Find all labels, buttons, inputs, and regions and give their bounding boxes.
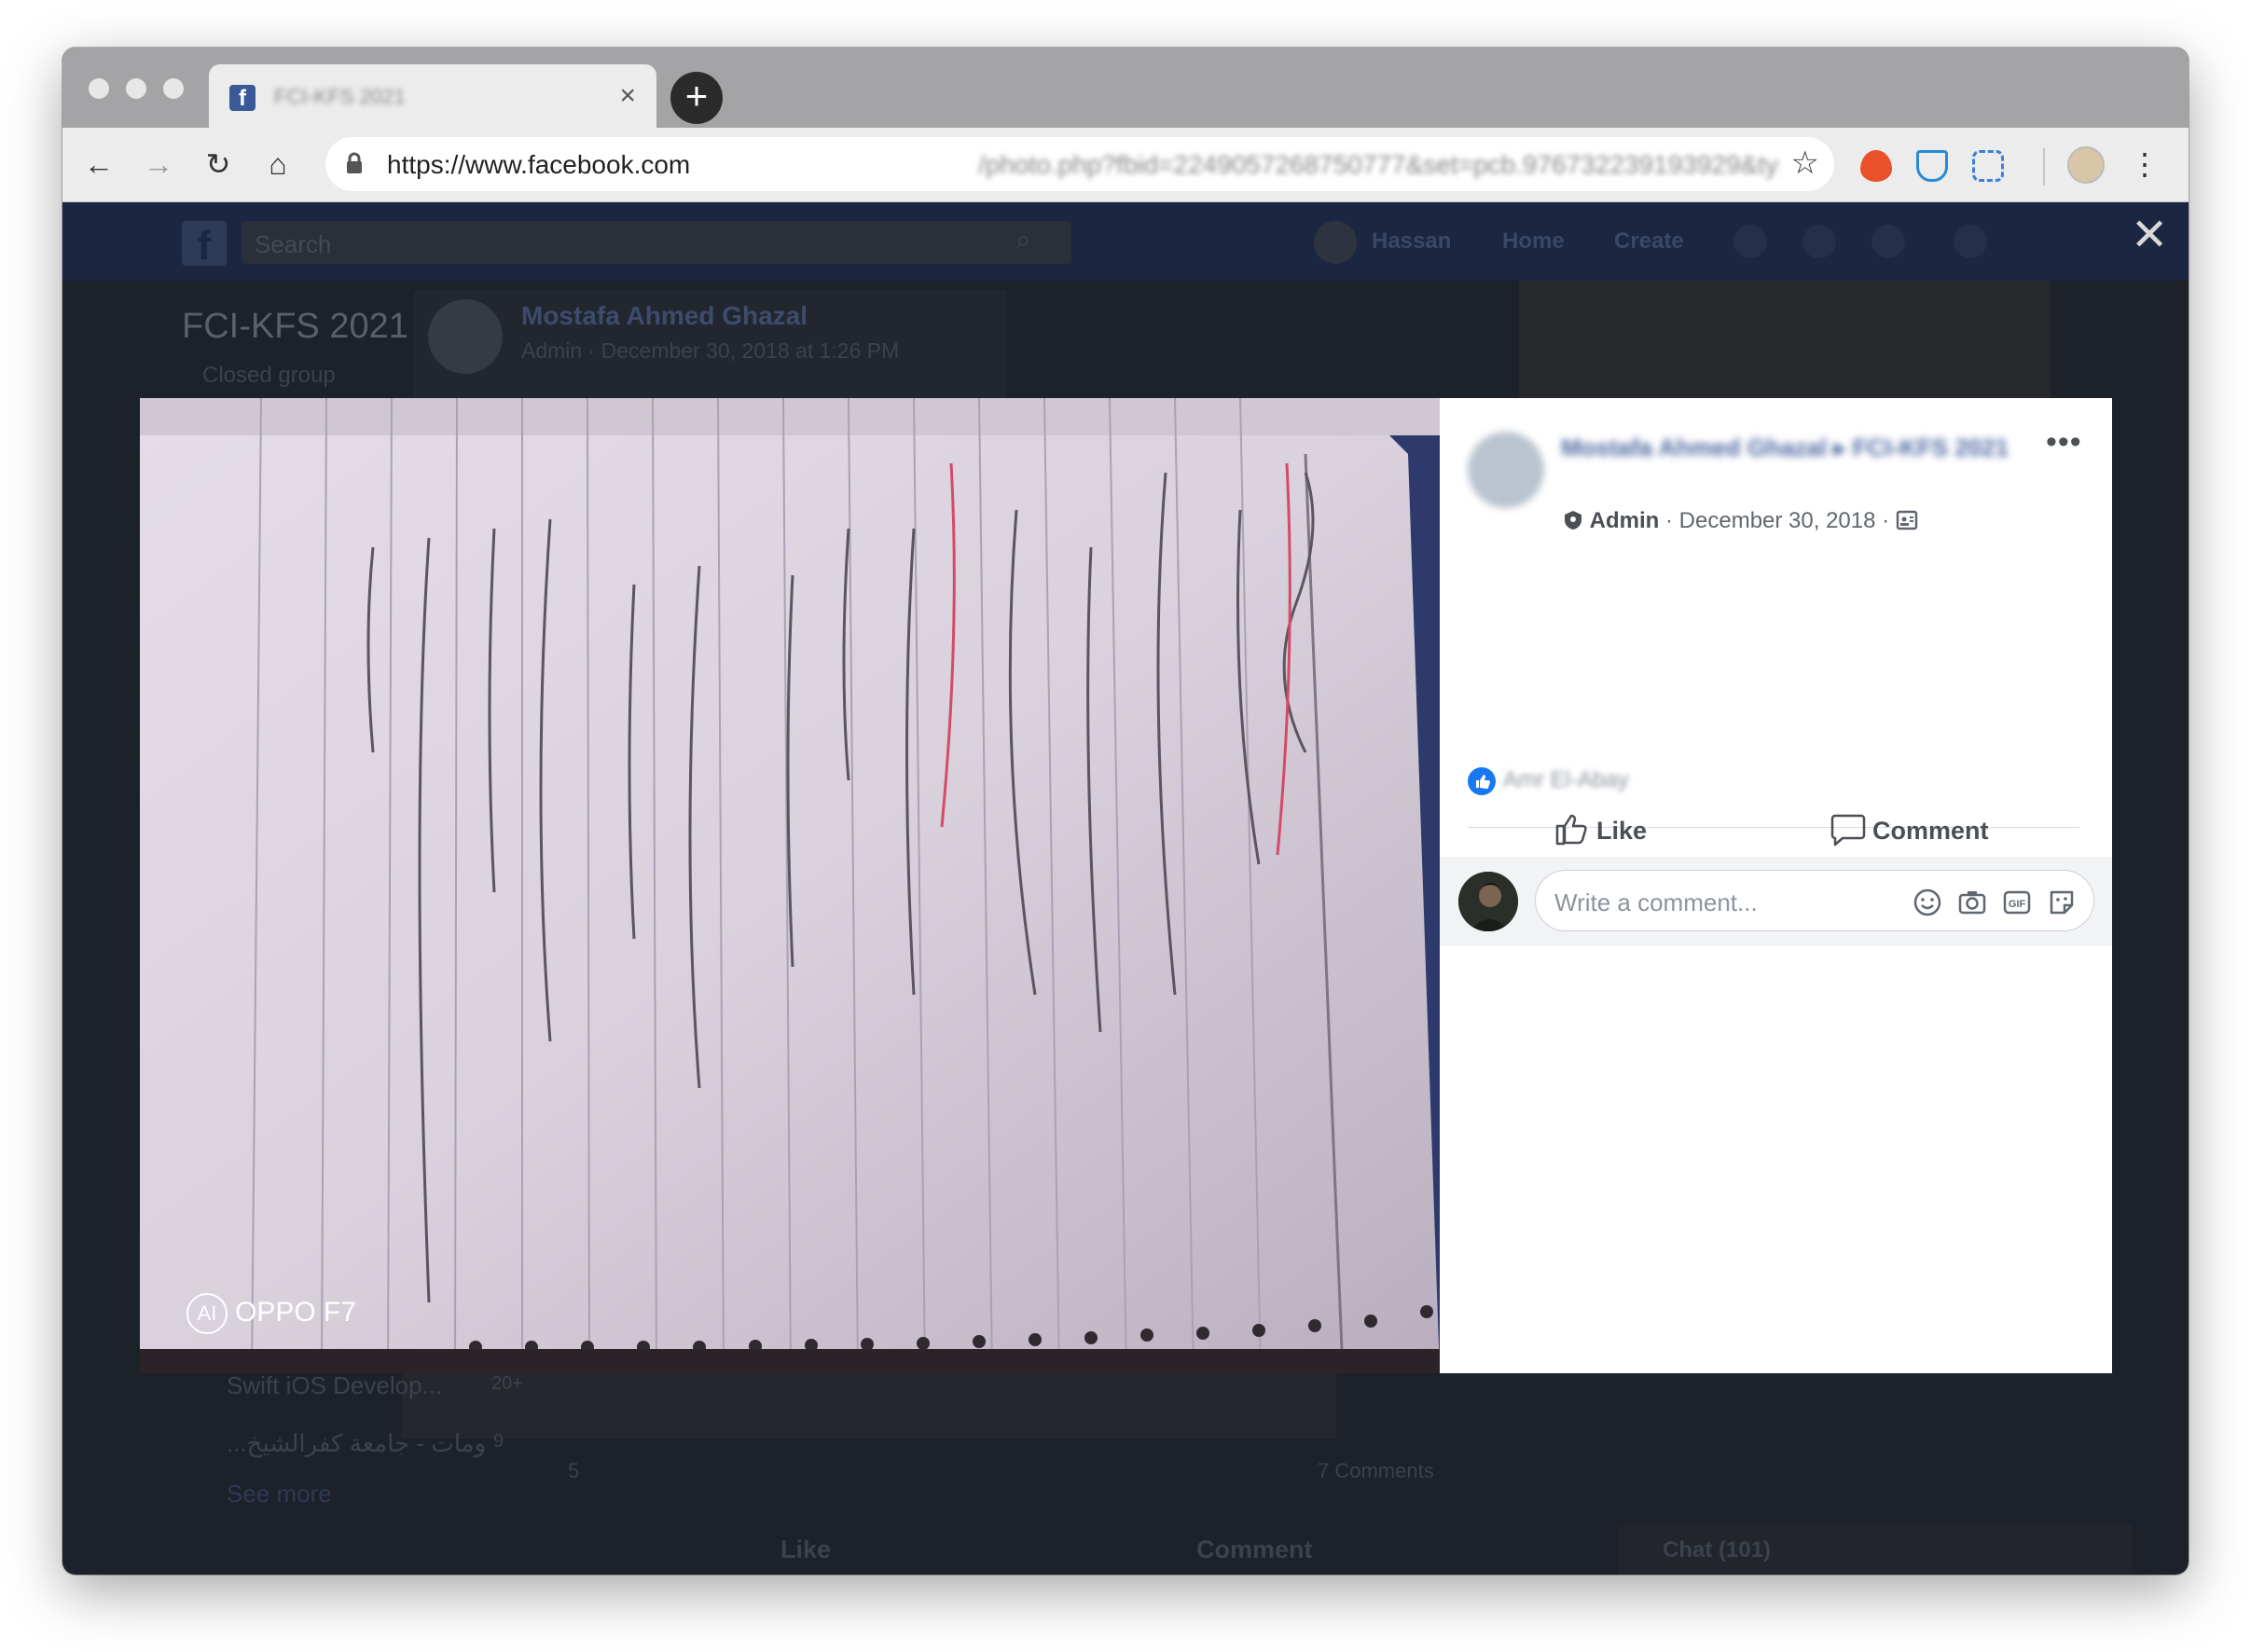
search-icon[interactable]: ⌕ [1015,225,1031,256]
nav-home[interactable]: Home [1502,228,1565,255]
camera-watermark: AI OPPO F7 [186,1293,356,1334]
post-author-link[interactable]: Mostafa Ahmed Ghazal ▸ FCI-KFS 2021 [1561,432,2037,463]
admin-label: Admin [1589,508,1660,533]
bg-comment-button[interactable]: Comment [1196,1535,1313,1564]
tab-strip: f FCI-KFS 2021 × + [62,48,2189,130]
photo-side-panel: Mostafa Ahmed Ghazal ▸ FCI-KFS 2021 ••• … [1440,398,2112,1373]
watermark-text: OPPO F7 [235,1296,357,1328]
lock-icon [347,152,362,173]
camera-icon[interactable] [1957,888,1987,917]
post-meta: Admin · December 30, 2018 at 1:26 PM [521,338,900,363]
group-type: Closed group [202,363,336,388]
post-meta: Admin · December 30, 2018 · [1563,508,1918,534]
extension-sync-icon[interactable] [1972,150,2004,182]
help-icon[interactable] [1954,225,1987,258]
url-path: /photo.php?fbid=2249057268750777&set=pcb… [978,150,1780,179]
ad-image[interactable] [1519,281,2051,398]
svg-text:GIF: GIF [2009,899,2026,910]
comment-label: Comment [1872,817,1989,845]
thumbs-up-icon [1555,814,1587,846]
extension-fire-icon[interactable] [1860,150,1892,182]
bg-like-button[interactable]: Like [780,1535,831,1564]
see-more-link[interactable]: See more [227,1480,332,1508]
post-date[interactable]: · December 30, 2018 · [1659,508,1895,533]
comment-composer: Write a comment... GIF [1440,857,2112,946]
address-bar[interactable]: https://www.facebook.com /photo.php?fbid… [325,137,1834,191]
close-icon[interactable]: ✕ [2131,213,2168,258]
profile-avatar[interactable] [2067,146,2105,184]
minimize-window-button[interactable] [126,78,146,99]
browser-window: f FCI-KFS 2021 × + ← → ↻ ⌂ https://www.f… [62,48,2189,1575]
sidebar-item-swift[interactable]: Swift iOS Develop... [227,1371,442,1400]
liker-name[interactable]: Amr El-Abay [1503,767,1629,792]
chat-label: Chat (101) [1663,1537,1772,1563]
facebook-header: f Search ⌕ Hassan Home Create [62,202,2189,281]
tab-title: FCI-KFS 2021 [274,85,406,108]
nav-create[interactable]: Create [1614,228,1684,255]
emoji-icon[interactable] [1913,888,1942,917]
close-window-button[interactable] [89,78,109,99]
extension-shield-icon[interactable] [1916,150,1948,182]
admin-shield-icon [1565,511,1581,530]
comment-icon [1830,814,1866,847]
comments-count[interactable]: 7 Comments [1318,1459,1434,1483]
ai-badge-icon: AI [186,1293,228,1334]
maximize-window-button[interactable] [163,78,184,99]
forward-icon[interactable]: → [137,143,180,186]
sidebar-item-count: 9 [493,1431,504,1452]
avatar[interactable] [1458,872,1518,931]
toolbar-divider [2043,148,2045,186]
sidebar-item-count: 20+ [491,1373,523,1394]
post-header: Mostafa Ahmed Ghazal Admin · December 30… [413,290,1006,402]
more-options-icon[interactable]: ••• [2046,424,2082,461]
comment-button[interactable]: Comment [1830,803,1989,859]
notebook-photo [140,398,1440,1373]
friends-icon[interactable] [1733,225,1767,258]
new-tab-button[interactable]: + [670,72,723,124]
like-label: Like [1596,817,1648,845]
gif-icon[interactable]: GIF [2002,888,2032,917]
sidebar-item-university[interactable]: ...ومات - جامعة كفرالشيخ [227,1429,486,1458]
facebook-logo-icon[interactable]: f [182,221,227,268]
post-author[interactable]: Mostafa Ahmed Ghazal [521,301,808,331]
avatar [428,299,503,374]
like-button[interactable]: Like [1554,803,1647,859]
post-image-strip [402,1371,1336,1439]
comment-input[interactable]: Write a comment... GIF [1535,870,2094,931]
chat-bar[interactable]: Chat (101) [1618,1524,2133,1575]
facebook-search-input[interactable]: Search [242,221,1071,264]
home-icon[interactable]: ⌂ [256,143,299,186]
bookmark-star-icon[interactable]: ☆ [1791,145,1819,182]
sticker-icon[interactable] [2047,888,2077,917]
facebook-favicon-icon: f [229,85,255,111]
avatar[interactable] [1468,432,1544,508]
nav-user[interactable]: Hassan [1372,228,1451,255]
like-reaction-icon [1468,767,1496,795]
url-domain: https://www.facebook.com [387,150,691,179]
tab-close-icon[interactable]: × [619,80,636,112]
messenger-icon[interactable] [1802,225,1836,258]
group-audience-icon [1896,510,1918,530]
notifications-icon[interactable] [1871,225,1905,258]
reactions-summary[interactable]: Amr El-Abay [1468,767,1629,795]
reactions-count[interactable]: 5 [568,1459,579,1483]
group-title[interactable]: FCI-KFS 2021 [182,307,408,347]
reload-icon[interactable]: ↻ [197,143,240,186]
browser-tab[interactable]: f FCI-KFS 2021 × [209,64,656,130]
back-icon[interactable]: ← [77,143,120,186]
menu-kebab-icon[interactable]: ⋮ [2123,143,2166,186]
comment-placeholder: Write a comment... [1554,888,1758,916]
photo-viewer-image[interactable]: AI OPPO F7 [140,398,1440,1373]
browser-toolbar: ← → ↻ ⌂ https://www.facebook.com /photo.… [62,128,2189,202]
avatar[interactable] [1314,221,1357,264]
